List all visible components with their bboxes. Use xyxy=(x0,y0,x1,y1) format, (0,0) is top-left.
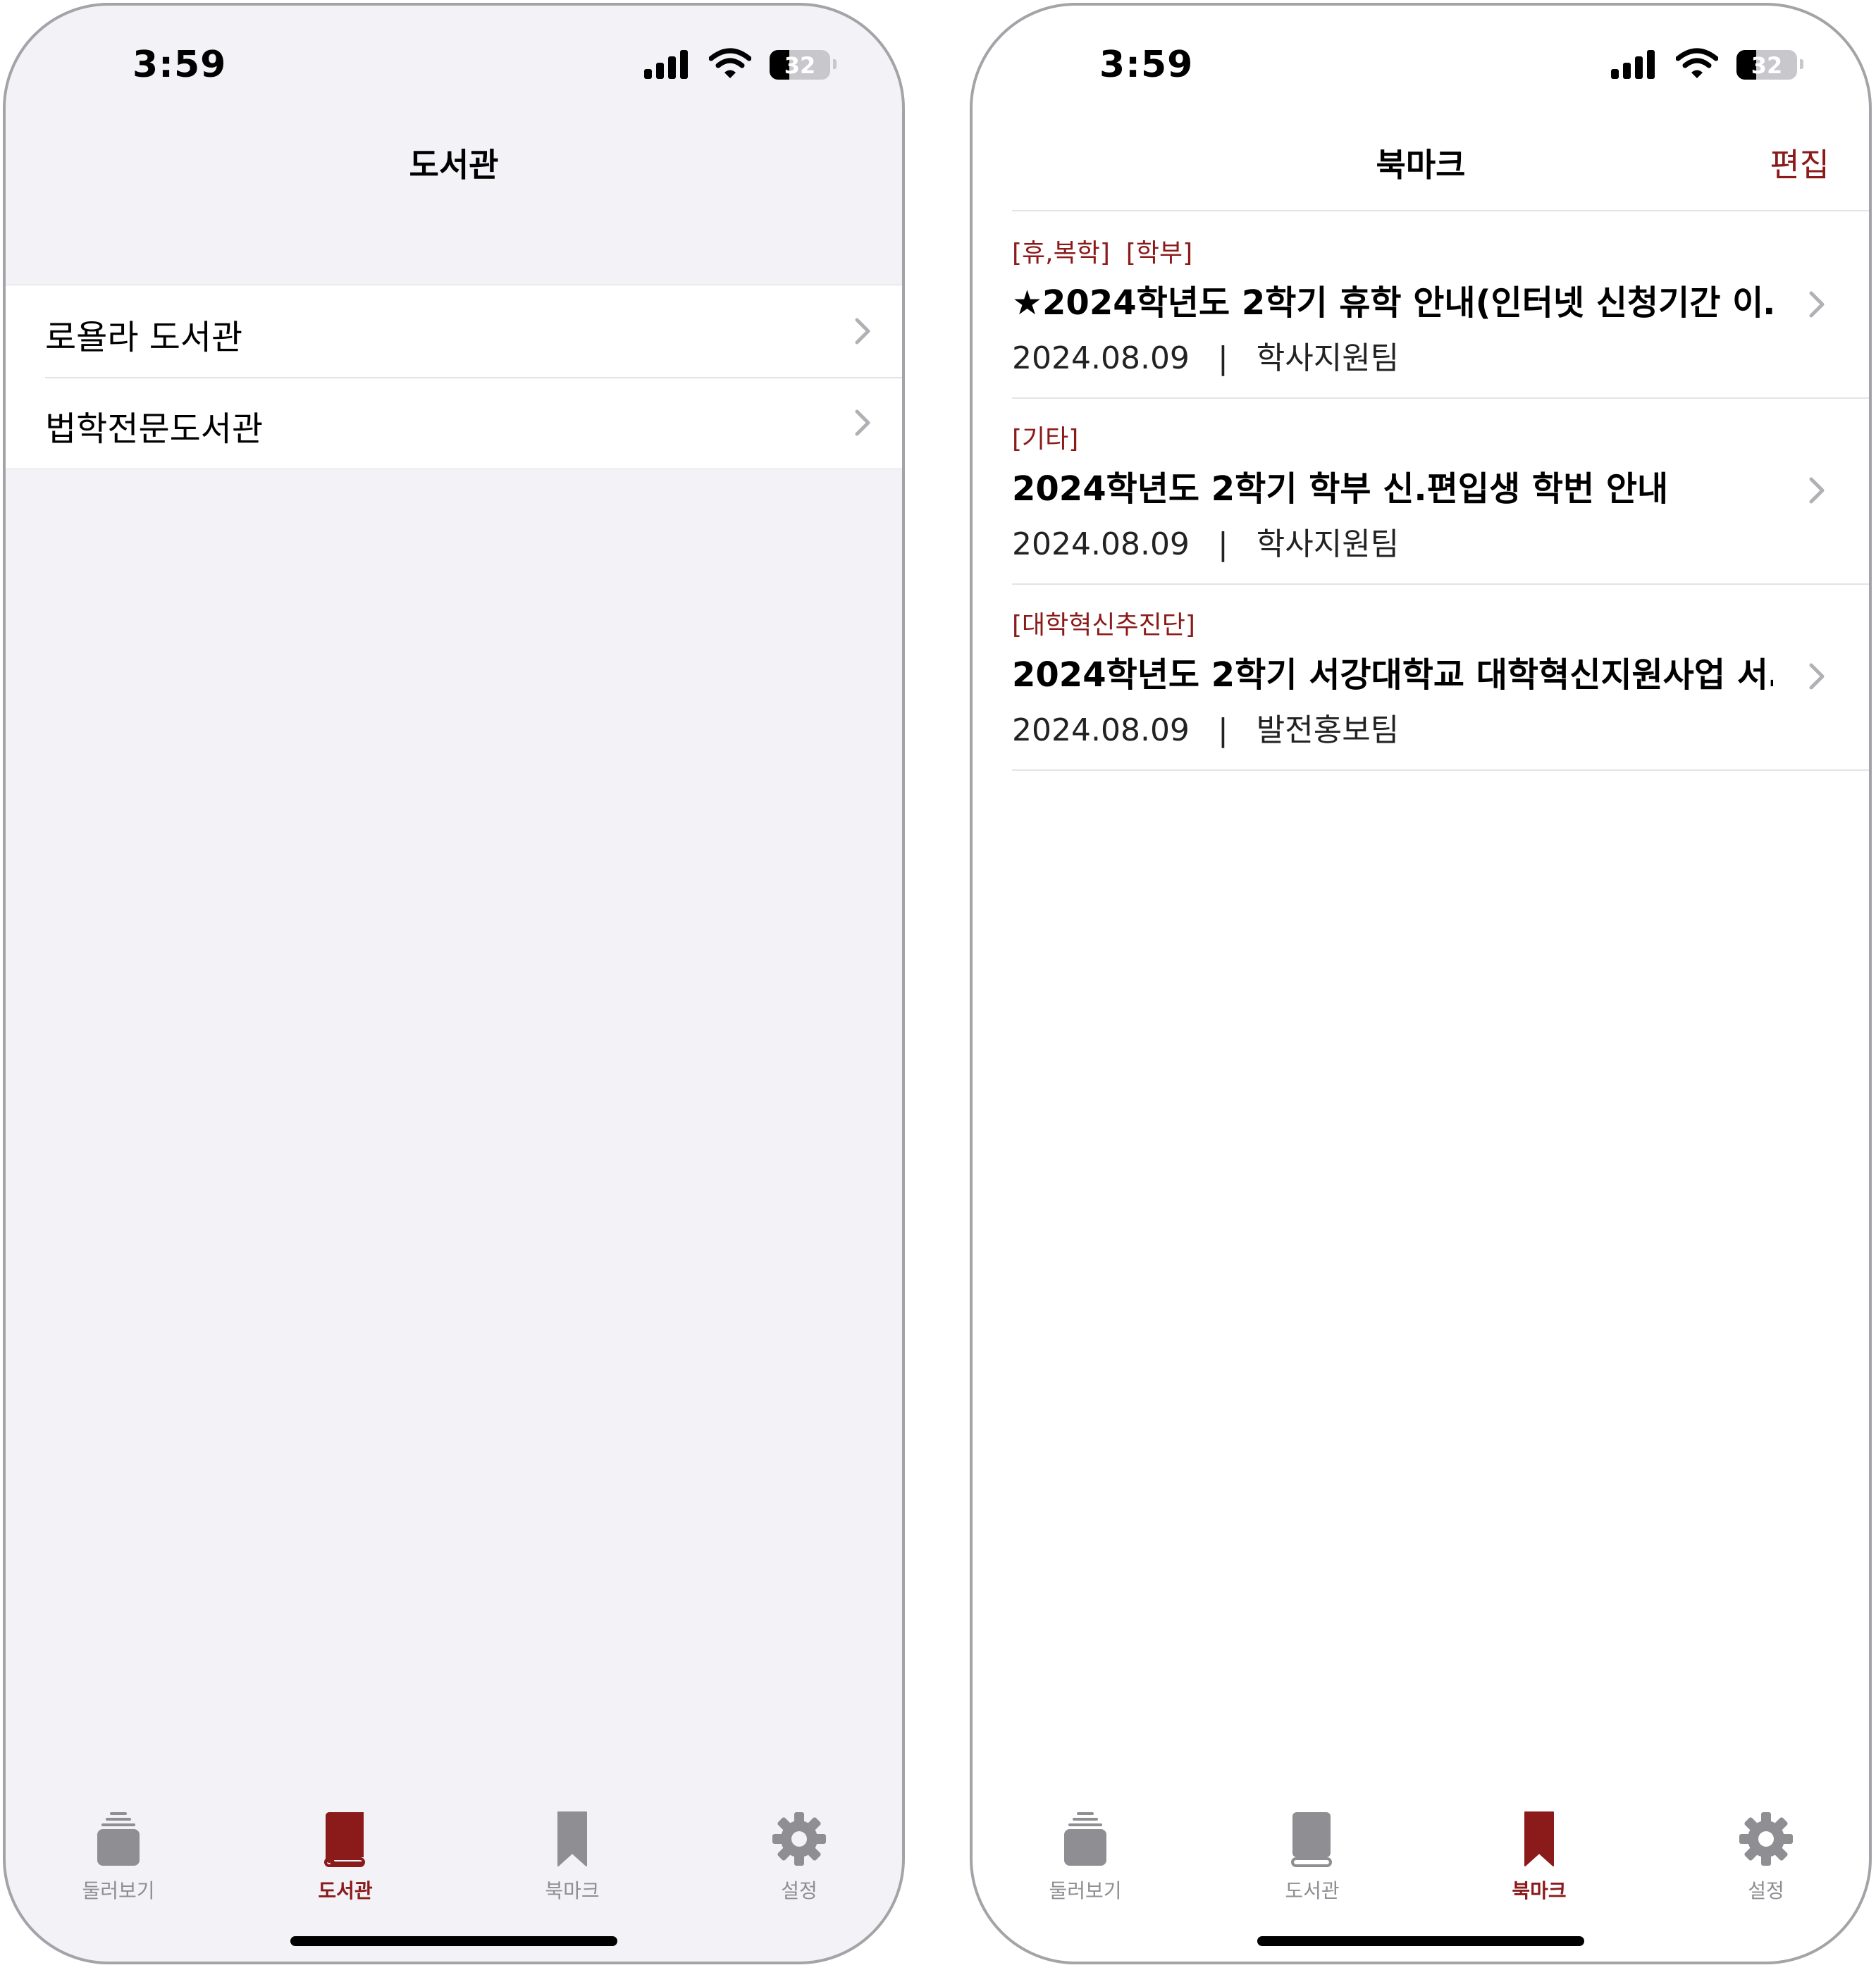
tab-label: 둘러보기 xyxy=(82,1879,155,1902)
chevron-right-icon xyxy=(855,318,870,345)
tab-library[interactable]: 도서관 xyxy=(275,1801,416,1902)
tab-label: 도서관 xyxy=(1285,1879,1340,1902)
battery-percent: 32 xyxy=(784,52,816,79)
tab-bookmark[interactable]: 북마크 xyxy=(502,1801,643,1902)
status-icons: 32 xyxy=(644,48,837,83)
battery-icon: 32 xyxy=(770,50,830,80)
tab-label: 도서관 xyxy=(318,1879,373,1902)
tab-bar: 둘러보기 도서관 북마크 설정 xyxy=(6,1801,902,1902)
tab-label: 둘러보기 xyxy=(1049,1879,1122,1902)
tab-label: 북마크 xyxy=(1512,1879,1567,1902)
status-time: 3:59 xyxy=(132,44,227,86)
edit-button[interactable]: 편집 xyxy=(1770,140,1829,186)
book-icon xyxy=(1291,1812,1332,1867)
book-icon xyxy=(324,1812,365,1867)
notice-department: 발전홍보팀 xyxy=(1256,712,1400,748)
home-indicator xyxy=(1257,1936,1584,1946)
notice-department: 학사지원팀 xyxy=(1256,340,1400,376)
bookmark-icon xyxy=(1524,1811,1554,1866)
notice-date: 2024.08.09 xyxy=(1012,340,1190,376)
bookmark-screen: 3:59 32 북마크 편집 [휴,복학] [학부] ★2024학년도 2학기 … xyxy=(970,3,1872,1964)
page-title: 북마크 xyxy=(1376,146,1466,184)
notice-date: 2024.08.09 xyxy=(1012,712,1190,748)
notice-department: 학사지원팀 xyxy=(1256,526,1400,562)
stack-icon xyxy=(1064,1812,1106,1866)
notice-title: ★2024학년도 2학기 휴학 안내(인터넷 신청기간 이… xyxy=(1012,283,1773,323)
library-list: 로욜라 도서관 법학전문도서관 xyxy=(6,285,902,469)
library-item-loyola[interactable]: 로욜라 도서관 xyxy=(6,285,902,377)
page-title: 도서관 xyxy=(409,146,499,184)
category-tags: [휴,복학] [학부] xyxy=(1012,239,1193,268)
list-item-label: 법학전문도서관 xyxy=(45,409,264,449)
chevron-right-icon xyxy=(855,409,870,436)
notice-title: 2024학년도 2학기 학부 신.편입생 학번 안내 xyxy=(1012,469,1669,509)
bookmark-item[interactable]: [휴,복학] [학부] ★2024학년도 2학기 휴학 안내(인터넷 신청기간 … xyxy=(1012,211,1869,399)
library-item-law[interactable]: 법학전문도서관 xyxy=(6,377,902,469)
wifi-icon xyxy=(1676,48,1718,78)
list-item-label: 로욜라 도서관 xyxy=(45,318,243,357)
battery-icon: 32 xyxy=(1736,50,1797,80)
tab-label: 북마크 xyxy=(545,1879,600,1902)
chevron-right-icon xyxy=(1809,477,1825,504)
signal-icon xyxy=(644,50,688,79)
status-time: 3:59 xyxy=(1099,44,1194,86)
bookmark-item[interactable]: [대학혁신추진단] 2024학년도 2학기 서강대학교 대학혁신지원사업 서… … xyxy=(1012,583,1869,771)
gear-icon xyxy=(772,1812,826,1866)
bookmark-item[interactable]: [기타] 2024학년도 2학기 학부 신.편입생 학번 안내 2024.08.… xyxy=(1012,397,1869,585)
notice-meta: 2024.08.09 | 학사지원팀 xyxy=(1012,519,1399,564)
gear-icon xyxy=(1739,1812,1793,1866)
tab-label: 설정 xyxy=(1748,1879,1784,1902)
tab-bar: 둘러보기 도서관 북마크 설정 xyxy=(973,1801,1869,1902)
stack-icon xyxy=(97,1812,140,1866)
bookmark-icon xyxy=(557,1811,587,1866)
meta-separator: | xyxy=(1217,526,1228,562)
battery-percent: 32 xyxy=(1751,52,1783,79)
tab-settings[interactable]: 설정 xyxy=(1696,1801,1837,1902)
signal-icon xyxy=(1611,50,1655,79)
category-tags: [대학혁신추진단] xyxy=(1012,611,1195,640)
tab-browse[interactable]: 둘러보기 xyxy=(1015,1801,1156,1902)
notice-meta: 2024.08.09 | 발전홍보팀 xyxy=(1012,705,1399,750)
home-indicator xyxy=(290,1936,617,1946)
chevron-right-icon xyxy=(1809,663,1825,690)
tab-library[interactable]: 도서관 xyxy=(1242,1801,1383,1902)
status-icons: 32 xyxy=(1611,48,1803,83)
notice-date: 2024.08.09 xyxy=(1012,526,1190,562)
tab-browse[interactable]: 둘러보기 xyxy=(48,1801,189,1902)
tab-bookmark[interactable]: 북마크 xyxy=(1469,1801,1610,1902)
meta-separator: | xyxy=(1217,340,1228,376)
notice-title: 2024학년도 2학기 서강대학교 대학혁신지원사업 서… xyxy=(1012,655,1773,695)
notice-meta: 2024.08.09 | 학사지원팀 xyxy=(1012,333,1399,378)
library-screen: 3:59 32 도서관 로욜라 도서관 법학전문도서관 둘러보기 도서관 북마크… xyxy=(3,3,905,1964)
chevron-right-icon xyxy=(1809,291,1825,318)
wifi-icon xyxy=(709,48,751,78)
tab-label: 설정 xyxy=(781,1879,817,1902)
category-tags: [기타] xyxy=(1012,425,1079,454)
tab-settings[interactable]: 설정 xyxy=(729,1801,870,1902)
meta-separator: | xyxy=(1217,712,1228,748)
